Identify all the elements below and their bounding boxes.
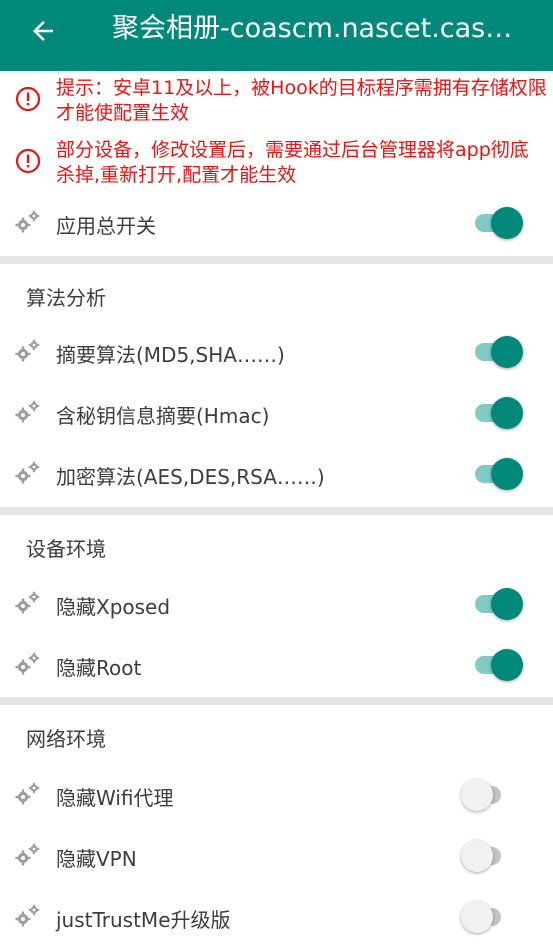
switch-thumb: [491, 588, 523, 620]
app-bar: 聚会相册-coascm.nascet.cas…: [0, 0, 553, 71]
section-title-network: 网络环境: [26, 727, 106, 751]
setting-master-switch[interactable]: 应用总开关: [0, 194, 553, 254]
setting-label: 隐藏VPN: [56, 847, 137, 871]
section-title-device: 设备环境: [26, 537, 106, 561]
error-icon: [15, 148, 41, 174]
toggle-switch[interactable]: [473, 335, 525, 368]
setting-label: 应用总开关: [56, 214, 156, 238]
gears-icon: [15, 461, 40, 484]
setting-hide-wifi-proxy[interactable]: 隐藏Wifi代理: [0, 766, 553, 826]
back-arrow-icon[interactable]: [28, 16, 58, 46]
switch-thumb: [491, 336, 523, 368]
gears-icon: [15, 210, 40, 233]
section-divider: [0, 507, 553, 515]
setting-label: 隐藏Wifi代理: [56, 786, 174, 810]
gears-icon: [15, 843, 40, 866]
switch-thumb: [491, 207, 523, 239]
switch-thumb: [491, 458, 523, 490]
toggle-switch[interactable]: [473, 457, 525, 490]
error-icon: [15, 86, 41, 112]
toggle-switch[interactable]: [461, 900, 525, 933]
setting-hmac[interactable]: 含秘钥信息摘要(Hmac): [0, 384, 553, 444]
gears-icon: [15, 339, 40, 362]
setting-hide-xposed[interactable]: 隐藏Xposed: [0, 575, 553, 635]
section-divider: [0, 697, 553, 705]
notice-text: 部分设备，修改设置后，需要通过后台管理器将app彻底杀掉,重新打开,配置才能生效: [56, 139, 529, 186]
setting-label: justTrustMe升级版: [56, 908, 231, 932]
switch-thumb: [461, 901, 493, 933]
gears-icon: [15, 904, 40, 927]
page-title: 聚会相册-coascm.nascet.cas…: [112, 13, 513, 44]
toggle-switch[interactable]: [473, 587, 525, 620]
gears-icon: [15, 782, 40, 805]
gears-icon: [15, 652, 40, 675]
section-divider: [0, 256, 553, 264]
setting-hide-vpn[interactable]: 隐藏VPN: [0, 827, 553, 887]
toggle-switch[interactable]: [473, 206, 525, 239]
switch-thumb: [491, 397, 523, 429]
switch-thumb: [461, 779, 493, 811]
setting-label: 隐藏Root: [56, 656, 142, 680]
setting-label: 含秘钥信息摘要(Hmac): [56, 404, 270, 428]
setting-hide-root[interactable]: 隐藏Root: [0, 636, 553, 696]
setting-justtrustme[interactable]: justTrustMe升级版: [0, 888, 553, 948]
switch-thumb: [491, 649, 523, 681]
gears-icon: [15, 400, 40, 423]
toggle-switch[interactable]: [473, 648, 525, 681]
setting-label: 加密算法(AES,DES,RSA……): [56, 465, 325, 489]
storage-permission-notice: 提示：安卓11及以上，被Hook的目标程序需拥有存储权限才能使配置生效: [0, 76, 553, 128]
toggle-switch[interactable]: [461, 839, 525, 872]
switch-thumb: [461, 840, 493, 872]
setting-label: 摘要算法(MD5,SHA……): [56, 343, 285, 367]
restart-app-notice: 部分设备，修改设置后，需要通过后台管理器将app彻底杀掉,重新打开,配置才能生效: [0, 138, 553, 190]
toggle-switch[interactable]: [461, 778, 525, 811]
notice-text: 提示：安卓11及以上，被Hook的目标程序需拥有存储权限才能使配置生效: [56, 77, 547, 124]
gears-icon: [15, 591, 40, 614]
setting-label: 隐藏Xposed: [56, 595, 171, 619]
section-title-algorithm: 算法分析: [26, 286, 106, 310]
setting-digest-algorithm[interactable]: 摘要算法(MD5,SHA……): [0, 323, 553, 383]
toggle-switch[interactable]: [473, 396, 525, 429]
setting-encryption-algorithm[interactable]: 加密算法(AES,DES,RSA……): [0, 445, 553, 505]
